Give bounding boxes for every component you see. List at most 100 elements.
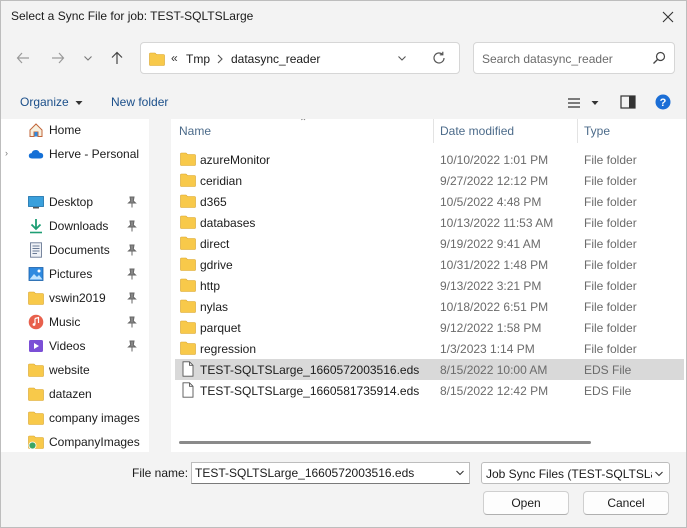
sidebar-item-label: Pictures <box>49 267 93 281</box>
breadcrumb-datasync-reader[interactable]: datasync_reader <box>231 52 320 66</box>
sidebar-item-label: Documents <box>49 243 110 257</box>
file-name: databases <box>200 216 256 230</box>
file-type: File folder <box>584 216 637 230</box>
home-icon <box>29 123 43 137</box>
cancel-button[interactable]: Cancel <box>583 491 669 515</box>
file-type-select[interactable]: Job Sync Files (TEST-SQLTSLarg <box>481 462 670 484</box>
up-button[interactable] <box>106 47 128 69</box>
folder-icon <box>180 215 196 229</box>
arrow-left-icon <box>16 52 29 64</box>
sidebar-item-company-images[interactable]: company images <box>1 407 149 429</box>
file-type-value: Job Sync Files (TEST-SQLTSLarg <box>486 467 652 481</box>
organize-button[interactable]: Organize <box>20 95 83 109</box>
file-date: 10/5/2022 4:48 PM <box>440 195 542 209</box>
view-list-icon[interactable] <box>567 97 581 109</box>
file-row[interactable]: d365 10/5/2022 4:48 PM File folder <box>175 191 684 212</box>
horizontal-scrollbar[interactable] <box>179 441 591 444</box>
sidebar-item-datazen[interactable]: datazen <box>1 383 149 405</box>
search-input[interactable] <box>482 50 652 68</box>
download-icon <box>30 219 42 234</box>
sidebar-item-downloads[interactable]: Downloads <box>1 215 149 237</box>
file-type: EDS File <box>584 363 632 377</box>
sidebar-item-vswin2019[interactable]: vswin2019 <box>1 287 149 309</box>
file-dialog: Select a Sync File for job: TEST-SQLTSLa… <box>0 0 687 528</box>
file-name-input[interactable] <box>191 462 470 484</box>
recent-locations-button[interactable] <box>77 47 99 69</box>
sidebar-item-label: company images <box>49 411 140 425</box>
sidebar-item-desktop[interactable]: Desktop <box>1 191 149 213</box>
desktop-icon <box>28 196 44 209</box>
refresh-icon[interactable] <box>432 51 446 65</box>
forward-button[interactable] <box>47 47 69 69</box>
new-folder-button[interactable]: New folder <box>111 95 168 109</box>
breadcrumb-tmp[interactable]: Tmp <box>186 52 210 66</box>
chevron-right-icon[interactable]: › <box>5 148 8 158</box>
file-row[interactable]: regression 1/3/2023 1:14 PM File folder <box>175 338 684 359</box>
documents-icon <box>30 242 42 258</box>
open-button[interactable]: Open <box>483 491 569 515</box>
sidebar-item-pictures[interactable]: Pictures <box>1 263 149 285</box>
pin-icon <box>127 196 137 208</box>
sidebar-item-label: CompanyImages <box>49 435 140 449</box>
file-row[interactable]: TEST-SQLTSLarge_1660581735914.eds 8/15/20… <box>175 380 684 401</box>
close-button[interactable] <box>658 7 678 27</box>
file-row[interactable]: parquet 9/12/2022 1:58 PM File folder <box>175 317 684 338</box>
folder-icon <box>28 291 44 305</box>
column-header-name[interactable]: Name <box>179 124 211 138</box>
sidebar-item-videos[interactable]: Videos <box>1 335 149 357</box>
column-divider[interactable] <box>433 119 434 143</box>
address-overflow[interactable]: « <box>171 51 178 65</box>
sidebar-item-label: Herve - Personal <box>49 147 140 161</box>
search-box[interactable] <box>473 42 675 74</box>
chevron-down-icon[interactable] <box>397 53 407 63</box>
file-type: File folder <box>584 195 637 209</box>
window-title: Select a Sync File for job: TEST-SQLTSLa… <box>11 9 254 23</box>
file-row[interactable]: databases 10/13/2022 11:53 AM File folder <box>175 212 684 233</box>
folder-icon <box>28 363 44 377</box>
file-row[interactable]: direct 9/19/2022 9:41 AM File folder <box>175 233 684 254</box>
file-name: TEST-SQLTSLarge_1660572003516.eds <box>200 363 420 377</box>
help-icon[interactable]: ? <box>655 94 671 110</box>
file-date: 9/19/2022 9:41 AM <box>440 237 541 251</box>
cloud-icon <box>28 150 44 159</box>
folder-icon <box>180 341 196 355</box>
sidebar-item-label: website <box>49 363 90 377</box>
file-date: 9/12/2022 1:58 PM <box>440 321 542 335</box>
pin-icon <box>127 244 137 256</box>
column-header-type[interactable]: Type <box>584 124 610 138</box>
sidebar-item-onedrive-personal[interactable]: › Herve - Personal <box>1 143 149 165</box>
file-date: 8/15/2022 10:00 AM <box>440 363 548 377</box>
sidebar-item-home[interactable]: Home <box>1 119 149 141</box>
sidebar-item-music[interactable]: Music <box>1 311 149 333</box>
back-button[interactable] <box>12 47 34 69</box>
chevron-down-icon[interactable] <box>455 469 465 477</box>
preview-pane-icon[interactable] <box>620 95 636 109</box>
file-row[interactable]: ceridian 9/27/2022 12:12 PM File folder <box>175 170 684 191</box>
file-list[interactable]: ⌃ Name Date modified Type azureMonitor 10… <box>171 119 686 452</box>
sidebar-item-website[interactable]: website <box>1 359 149 381</box>
folder-icon <box>180 194 196 208</box>
folder-icon <box>180 320 196 334</box>
column-header-date[interactable]: Date modified <box>440 124 514 138</box>
address-bar[interactable]: « Tmp datasync_reader <box>140 42 460 74</box>
sidebar-item-label: vswin2019 <box>49 291 106 305</box>
file-type: File folder <box>584 174 637 188</box>
sidebar-item-documents[interactable]: Documents <box>1 239 149 261</box>
sidebar-item-label: datazen <box>49 387 92 401</box>
file-row[interactable]: azureMonitor 10/10/2022 1:01 PM File folde… <box>175 149 684 170</box>
navigation-pane[interactable]: Home › Herve - Personal Desktop Download… <box>1 119 149 452</box>
search-icon[interactable] <box>652 51 666 65</box>
file-row[interactable]: gdrive 10/31/2022 1:48 PM File folder <box>175 254 684 275</box>
column-divider[interactable] <box>577 119 578 143</box>
sidebar-item-companyimages-shared[interactable]: CompanyImages <box>1 431 149 452</box>
file-row[interactable]: http 9/13/2022 3:21 PM File folder <box>175 275 684 296</box>
folder-icon <box>28 411 44 425</box>
file-type: File folder <box>584 279 637 293</box>
dialog-footer: File name: Job Sync Files (TEST-SQLTSLar… <box>1 452 686 528</box>
file-name: http <box>200 279 221 293</box>
view-options-caret-icon[interactable] <box>591 100 599 106</box>
title-bar: Select a Sync File for job: TEST-SQLTSLa… <box>1 1 686 33</box>
file-row[interactable]: nylas 10/18/2022 6:51 PM File folder <box>175 296 684 317</box>
file-date: 1/3/2023 1:14 PM <box>440 342 535 356</box>
file-row[interactable]: TEST-SQLTSLarge_1660572003516.eds 8/15/20… <box>175 359 684 380</box>
